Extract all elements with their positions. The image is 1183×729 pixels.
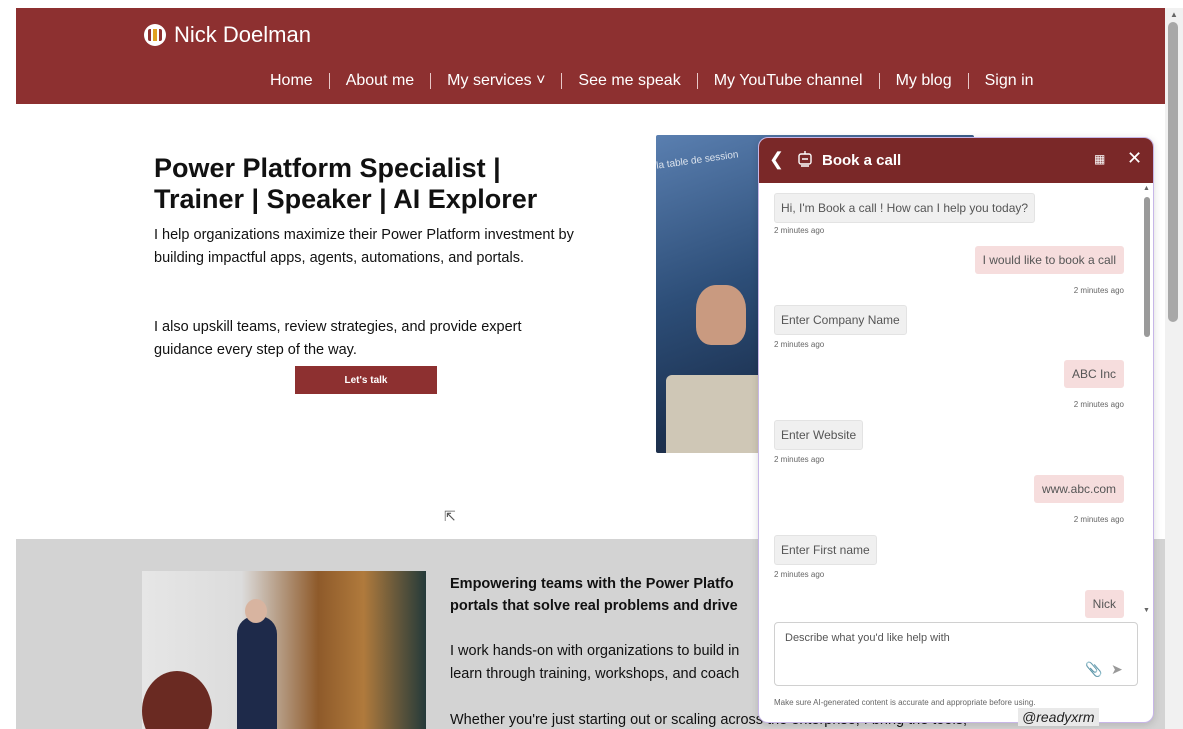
chat-header: ❮ Book a call ▦ ✕ [759, 138, 1153, 183]
nav-divider [967, 73, 969, 89]
chat-input[interactable] [783, 631, 1087, 645]
chat-messages: Hi, I'm Book a call ! How can I help you… [759, 183, 1139, 623]
nav-divider [328, 73, 330, 89]
book-a-call-chat: ❮ Book a call ▦ ✕ Hi, I'm Book a call ! … [758, 137, 1154, 723]
page-scroll-thumb[interactable] [1168, 22, 1178, 322]
audience-head [142, 671, 212, 729]
scroll-up-icon[interactable]: ▲ [1143, 185, 1150, 192]
hero-paragraph-2: I also upskill teams, review strategies,… [154, 319, 522, 358]
nav-home[interactable]: Home [270, 72, 313, 90]
bot-message: Enter Website [774, 420, 864, 450]
back-icon[interactable]: ❮ [769, 149, 784, 170]
message-timestamp: 2 minutes ago [774, 226, 825, 235]
user-message: ABC Inc [1063, 360, 1124, 388]
chat-title: Book a call [822, 152, 902, 169]
bot-icon [798, 151, 812, 167]
photo-caption: la table de session [656, 149, 740, 172]
page-scrollbar[interactable]: ▲ [1165, 8, 1183, 729]
nav-my-services[interactable]: My services ˅ [447, 72, 545, 90]
expand-grid-icon[interactable]: ▦ [1094, 152, 1105, 166]
hero-paragraph-1: I help organizations maximize their Powe… [154, 227, 574, 266]
nav-divider [561, 73, 563, 89]
chat-composer: 📎 ➤ [774, 622, 1138, 686]
presenter-body [237, 616, 277, 729]
close-icon[interactable]: ✕ [1127, 148, 1142, 169]
scroll-up-icon[interactable]: ▲ [1170, 10, 1178, 19]
send-icon[interactable]: ➤ [1111, 661, 1123, 678]
user-message: Nick [1084, 590, 1124, 618]
lets-talk-button[interactable]: Let's talk [295, 366, 437, 394]
watermark: @readyxrm [1018, 708, 1099, 726]
photo-hand [696, 285, 746, 345]
message-timestamp: 2 minutes ago [774, 455, 825, 464]
nav-see-me-speak[interactable]: See me speak [578, 72, 680, 90]
scroll-down-icon[interactable]: ▼ [1143, 607, 1150, 614]
chat-scrollbar[interactable]: ▲ ▼ [1141, 183, 1153, 623]
site-header: Nick Doelman Home About me My services ˅… [16, 8, 1165, 104]
user-message: www.abc.com [1033, 475, 1124, 503]
user-message: I would like to book a call [974, 246, 1124, 274]
nav-divider [878, 73, 880, 89]
chat-scroll-thumb[interactable] [1144, 197, 1150, 337]
nav-divider [696, 73, 698, 89]
brand-name: Nick Doelman [174, 22, 311, 47]
nav-about-me[interactable]: About me [346, 72, 414, 90]
bot-message: Enter Company Name [774, 305, 907, 335]
bot-message: Enter First name [774, 535, 877, 565]
brand[interactable]: Nick Doelman [144, 22, 311, 48]
presenter-photo [142, 571, 426, 729]
main-nav: Home About me My services ˅ See me speak… [270, 72, 1034, 90]
message-timestamp: 2 minutes ago [774, 570, 825, 579]
message-timestamp: 2 minutes ago [774, 340, 825, 349]
bot-message: Hi, I'm Book a call ! How can I help you… [774, 193, 1036, 223]
mouse-pointer-icon: ⇱ [444, 508, 456, 524]
ai-disclaimer: Make sure AI-generated content is accura… [774, 698, 1036, 707]
message-timestamp: 2 minutes ago [1073, 515, 1124, 524]
presenter-head [245, 599, 267, 623]
attach-icon[interactable]: 📎 [1085, 661, 1102, 678]
nav-my-blog[interactable]: My blog [896, 72, 952, 90]
message-timestamp: 2 minutes ago [1073, 400, 1124, 409]
nav-sign-in[interactable]: Sign in [985, 72, 1034, 90]
message-timestamp: 2 minutes ago [1073, 286, 1124, 295]
nav-youtube-channel[interactable]: My YouTube channel [714, 72, 863, 90]
nav-divider [430, 73, 432, 89]
podcast-logo-icon [144, 24, 166, 46]
hero-title: Power Platform Specialist | Trainer | Sp… [154, 153, 538, 214]
